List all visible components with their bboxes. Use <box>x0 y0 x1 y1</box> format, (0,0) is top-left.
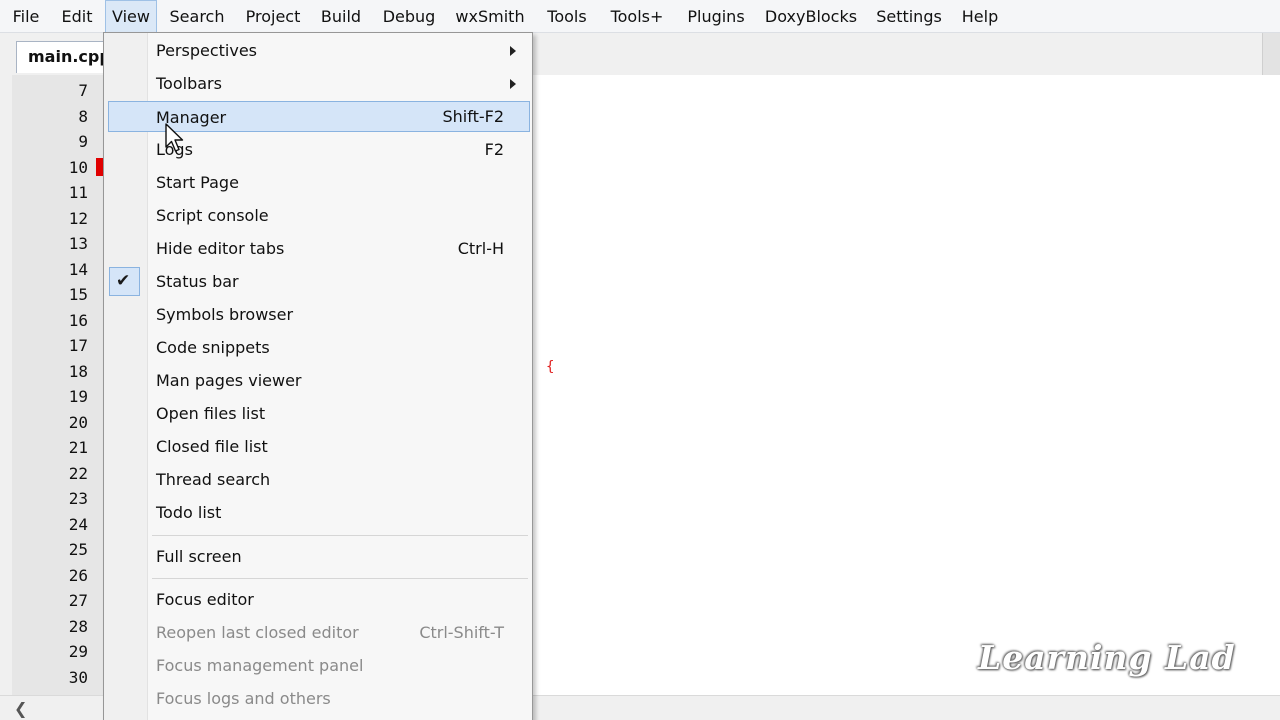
menu-item-label: Symbols browser <box>156 305 294 324</box>
line-number: 27 <box>68 591 88 610</box>
line-number: 11 <box>68 183 88 202</box>
line-number: 30 <box>68 668 88 687</box>
menu-item-focus-logs-and-others: Focus logs and others <box>108 683 530 714</box>
checkmark-icon: ✔ <box>116 271 131 291</box>
menu-item-reopen-last-closed-editor: Reopen last closed editor Ctrl-Shift-T <box>108 617 530 648</box>
line-number: 18 <box>68 362 88 381</box>
menu-item-label: Perspectives <box>156 41 257 60</box>
menu-project[interactable]: Project <box>240 0 306 33</box>
line-number: 28 <box>68 617 88 636</box>
menu-item-shortcut: Shift-F2 <box>442 107 504 126</box>
menu-item-shortcut: F2 <box>484 140 504 159</box>
mouse-cursor-icon <box>165 123 184 152</box>
menu-item-shortcut: Ctrl-H <box>457 239 504 258</box>
menu-item-label: Start Page <box>156 173 239 192</box>
menu-tools-plus[interactable]: Tools+ <box>604 0 670 33</box>
line-number-gutter: 7 8 9 10 11 12 13 14 15 16 17 18 19 20 2… <box>12 75 104 695</box>
menu-item-toolbars[interactable]: Toolbars <box>108 68 530 99</box>
menu-tools[interactable]: Tools <box>540 0 594 33</box>
menu-item-label: Focus management panel <box>156 656 364 675</box>
menu-separator <box>152 578 528 579</box>
menubar: File Edit View Search Project Build Debu… <box>0 0 1280 33</box>
line-number: 13 <box>68 234 88 253</box>
menu-item-label: Hide editor tabs <box>156 239 285 258</box>
menu-separator <box>152 535 528 536</box>
menu-item-todo-list[interactable]: Todo list <box>108 497 530 528</box>
menu-item-label: Toolbars <box>156 74 222 93</box>
menu-view[interactable]: View <box>105 0 157 33</box>
menu-debug[interactable]: Debug <box>378 0 440 33</box>
menu-item-label: Man pages viewer <box>156 371 302 390</box>
watermark: Learning Lad <box>978 638 1236 677</box>
menu-item-label: Open files list <box>156 404 266 423</box>
line-number: 24 <box>68 515 88 534</box>
menu-item-label: Closed file list <box>156 437 268 456</box>
line-number: 19 <box>68 387 88 406</box>
menu-item-label: Full screen <box>156 547 242 566</box>
menu-item-shortcut: Ctrl-Shift-T <box>419 623 504 642</box>
menu-item-label: Focus editor <box>156 590 254 609</box>
menu-item-thread-search[interactable]: Thread search <box>108 464 530 495</box>
menu-settings[interactable]: Settings <box>872 0 946 33</box>
menu-item-label: Status bar <box>156 272 239 291</box>
menu-doxyblocks[interactable]: DoxyBlocks <box>762 0 860 33</box>
menu-item-label: Focus logs and others <box>156 689 331 708</box>
line-number: 10 <box>68 158 88 177</box>
menu-build[interactable]: Build <box>316 0 366 33</box>
line-number: 25 <box>68 540 88 559</box>
tab-strip-scroll[interactable] <box>1262 33 1280 75</box>
line-number: 16 <box>68 311 88 330</box>
line-number: 7 <box>78 81 88 100</box>
menu-item-focus-management-panel: Focus management panel <box>108 650 530 681</box>
menu-help[interactable]: Help <box>956 0 1004 33</box>
line-number: 23 <box>68 489 88 508</box>
line-number: 22 <box>68 464 88 483</box>
code-brace: { <box>546 359 555 375</box>
line-number: 9 <box>78 132 88 151</box>
menu-search[interactable]: Search <box>166 0 228 33</box>
menu-item-hide-editor-tabs[interactable]: Hide editor tabs Ctrl-H <box>108 233 530 264</box>
menu-item-focus-editor[interactable]: Focus editor <box>108 584 530 615</box>
menu-item-perspectives[interactable]: Perspectives <box>108 35 530 66</box>
line-number: 29 <box>68 642 88 661</box>
submenu-arrow-icon <box>510 79 516 89</box>
menu-item-full-screen[interactable]: Full screen <box>108 541 530 572</box>
menu-item-label: Script console <box>156 206 269 225</box>
line-number: 26 <box>68 566 88 585</box>
menu-item-label: Thread search <box>156 470 271 489</box>
menu-item-code-snippets[interactable]: Code snippets <box>108 332 530 363</box>
menu-item-man-pages-viewer[interactable]: Man pages viewer <box>108 365 530 396</box>
line-number: 17 <box>68 336 88 355</box>
menu-wxsmith[interactable]: wxSmith <box>452 0 528 33</box>
menu-item-label: Code snippets <box>156 338 270 357</box>
line-number: 15 <box>68 285 88 304</box>
scroll-left-arrow-icon[interactable]: ❮ <box>14 699 27 718</box>
menu-item-script-console[interactable]: Script console <box>108 200 530 231</box>
menu-item-start-page[interactable]: Start Page <box>108 167 530 198</box>
line-number: 12 <box>68 209 88 228</box>
submenu-arrow-icon <box>510 46 516 56</box>
check-box: ✔ <box>109 267 140 296</box>
menu-item-closed-file-list[interactable]: Closed file list <box>108 431 530 462</box>
menu-item-symbols-browser[interactable]: Symbols browser <box>108 299 530 330</box>
menu-file[interactable]: File <box>4 0 48 33</box>
menu-edit[interactable]: Edit <box>56 0 98 33</box>
menu-item-label: Todo list <box>156 503 222 522</box>
menu-item-open-files-list[interactable]: Open files list <box>108 398 530 429</box>
menu-item-status-bar[interactable]: ✔ Status bar <box>108 266 530 297</box>
line-number: 21 <box>68 438 88 457</box>
menu-plugins[interactable]: Plugins <box>682 0 750 33</box>
line-number: 20 <box>68 413 88 432</box>
menu-item-label: Reopen last closed editor <box>156 623 359 642</box>
line-number: 14 <box>68 260 88 279</box>
line-number: 8 <box>78 107 88 126</box>
